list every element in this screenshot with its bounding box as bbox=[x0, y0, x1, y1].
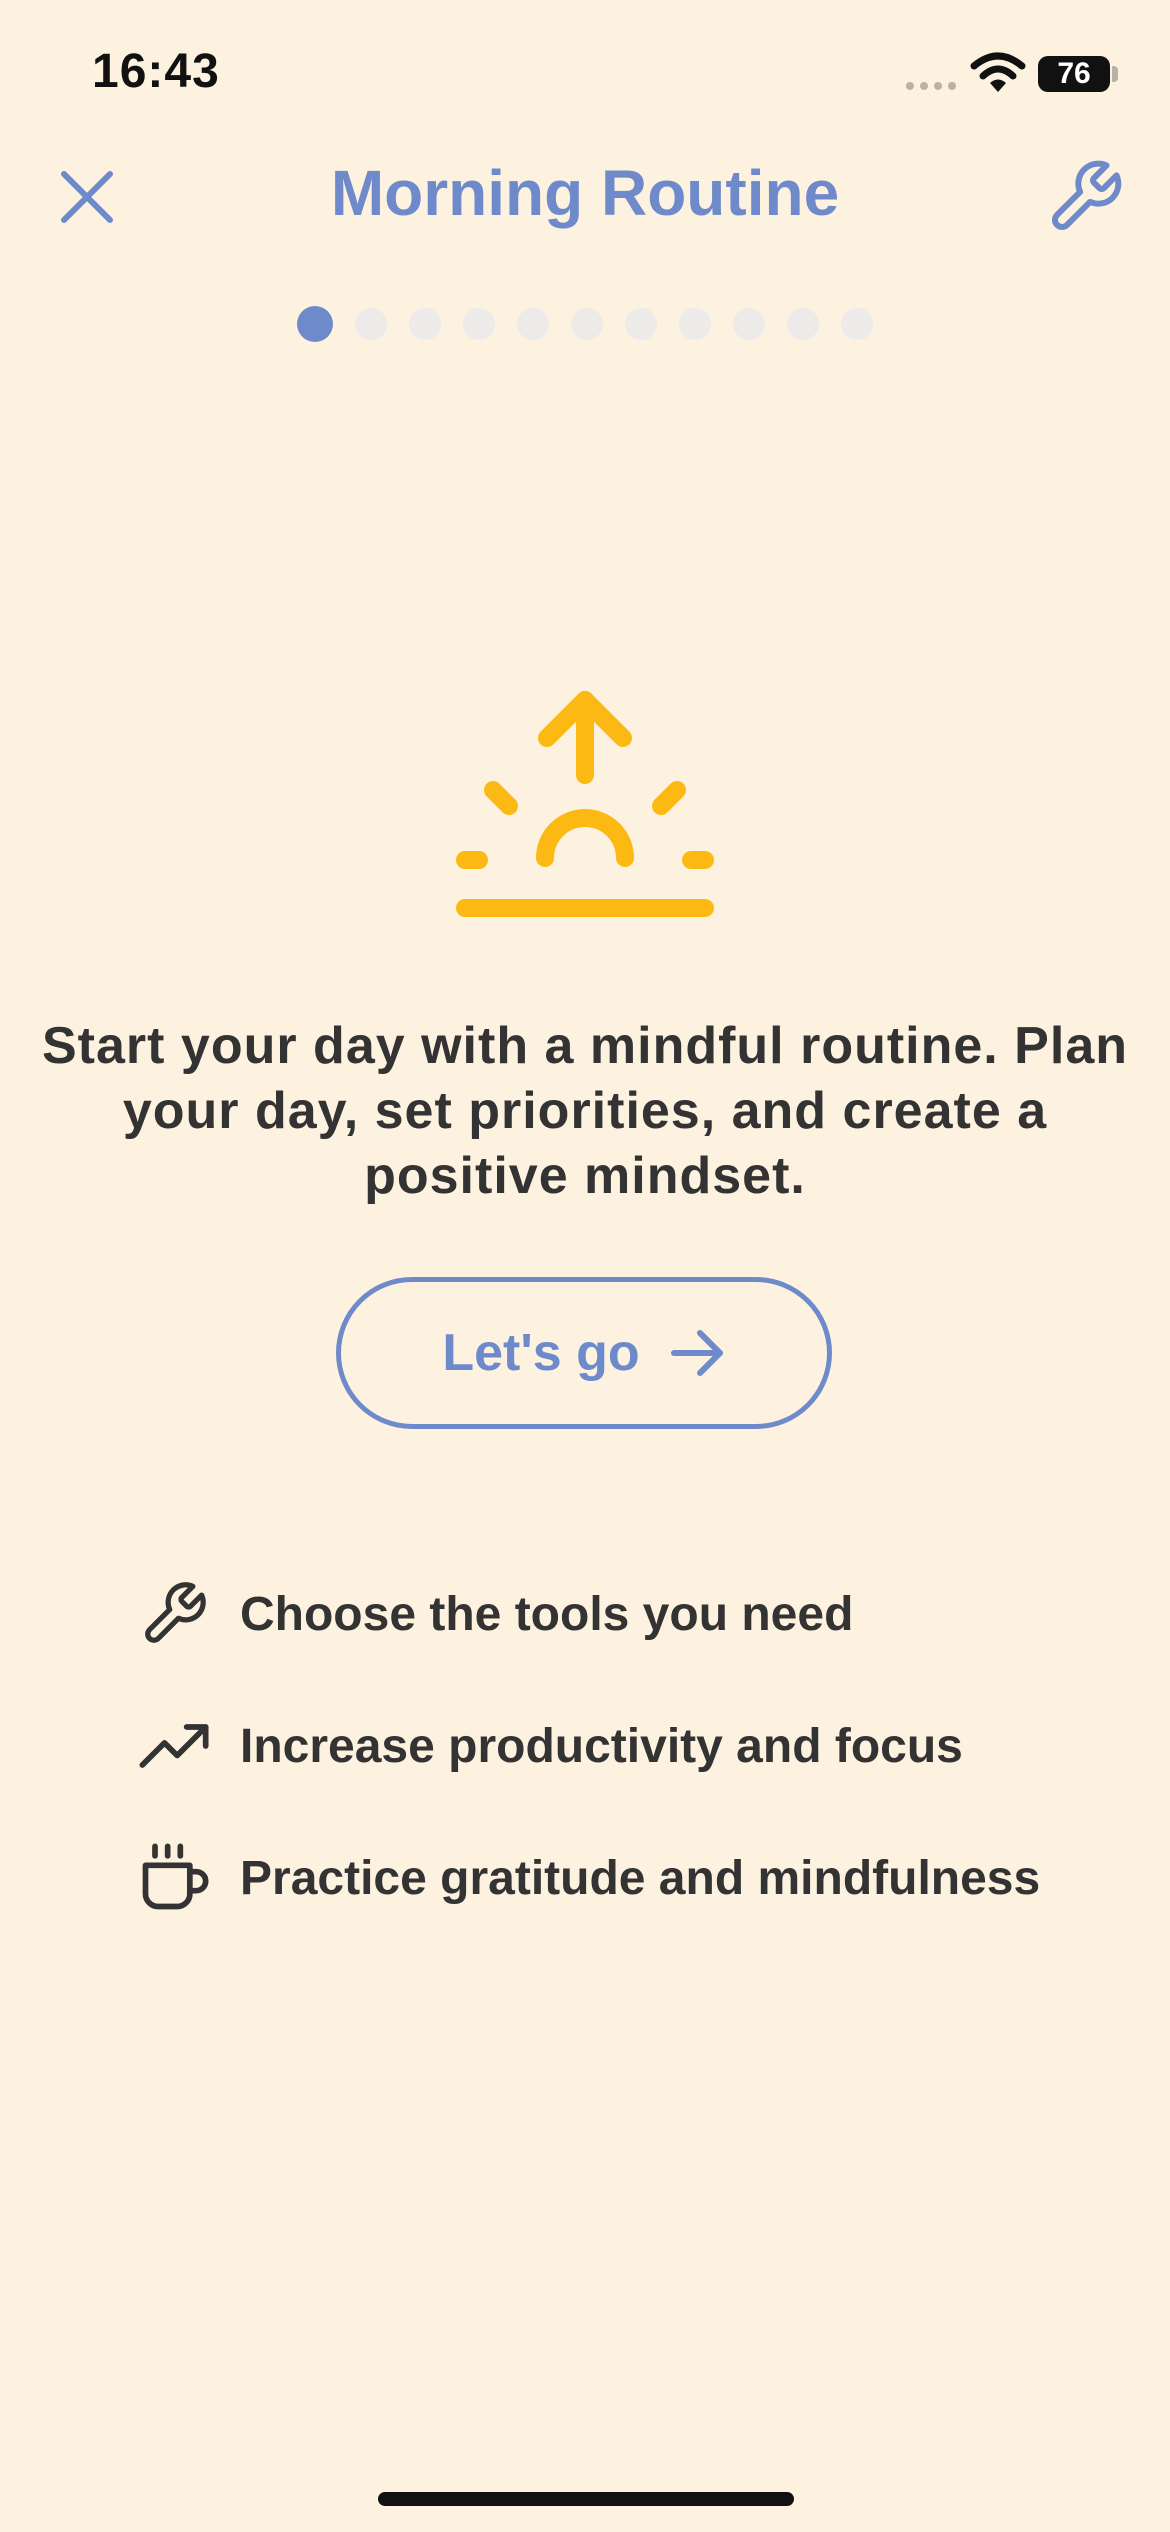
arrow-right-icon bbox=[670, 1330, 723, 1376]
page-dot bbox=[733, 308, 765, 340]
nav-bar: Morning Routine bbox=[0, 140, 1170, 250]
battery-indicator: 76 bbox=[1038, 56, 1110, 92]
feature-item-tools: Choose the tools you need bbox=[134, 1548, 1094, 1680]
page-dot bbox=[787, 308, 819, 340]
feature-label: Increase productivity and focus bbox=[240, 1719, 963, 1773]
wrench-icon bbox=[145, 1582, 206, 1643]
tools-button[interactable] bbox=[1040, 152, 1130, 242]
status-time: 16:43 bbox=[92, 45, 220, 98]
page-dot bbox=[625, 308, 657, 340]
page-dot bbox=[463, 308, 495, 340]
page-dot bbox=[571, 308, 603, 340]
sunrise-icon bbox=[456, 691, 714, 917]
feature-list: Choose the tools you need Increase produ… bbox=[134, 1548, 1094, 1944]
page-dot bbox=[517, 308, 549, 340]
page-dot bbox=[679, 308, 711, 340]
trending-up-icon bbox=[139, 1724, 209, 1768]
lets-go-label: Let's go bbox=[442, 1324, 640, 1382]
page-dot bbox=[355, 308, 387, 340]
feature-item-gratitude: Practice gratitude and mindfulness bbox=[134, 1812, 1094, 1944]
page-dot bbox=[841, 308, 873, 340]
battery-cap bbox=[1112, 66, 1118, 82]
coffee-cup-icon bbox=[142, 1843, 209, 1910]
feature-label: Practice gratitude and mindfulness bbox=[240, 1851, 1041, 1905]
page-indicator bbox=[0, 306, 1170, 342]
status-bar: 16:43 76 bbox=[0, 0, 1170, 140]
cellular-signal-icon bbox=[906, 82, 956, 90]
home-indicator[interactable] bbox=[378, 2492, 794, 2506]
intro-text: Start your day with a mindful routine. P… bbox=[42, 1017, 1128, 1205]
feature-label: Choose the tools you need bbox=[240, 1587, 854, 1641]
page-dot-active bbox=[297, 306, 333, 342]
lets-go-button[interactable]: Let's go bbox=[336, 1277, 832, 1429]
page-dot bbox=[409, 308, 441, 340]
wifi-icon bbox=[970, 52, 1026, 92]
page-title: Morning Routine bbox=[330, 157, 840, 229]
feature-item-productivity: Increase productivity and focus bbox=[134, 1680, 1094, 1812]
wrench-icon bbox=[1052, 160, 1122, 230]
